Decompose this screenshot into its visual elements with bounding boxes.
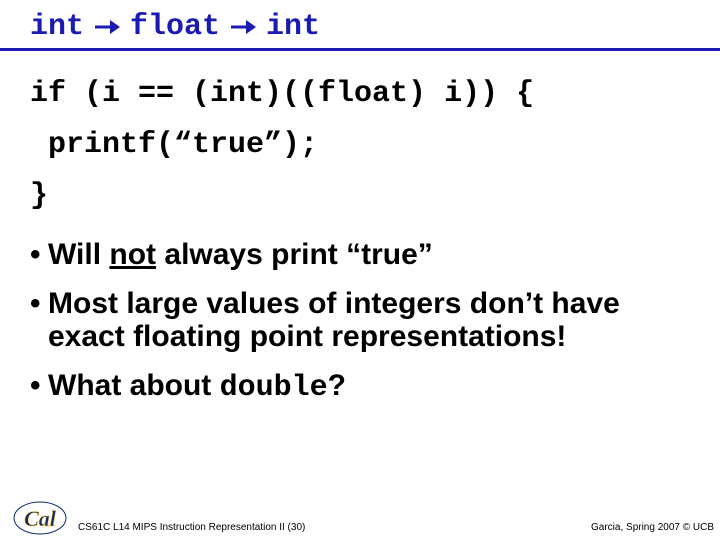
code-line: if (i == (int)((float) i)) { bbox=[30, 69, 690, 120]
text-underline: not bbox=[109, 238, 156, 271]
bullet-text: Will not always print “true” bbox=[48, 238, 690, 271]
bullet-text: Most large values of integers don’t have… bbox=[48, 287, 690, 353]
bullet-text: What about double? bbox=[48, 369, 690, 405]
text-part: What about bbox=[48, 369, 220, 402]
slide-title: int float int bbox=[0, 0, 720, 51]
footer-left-text: CS61C L14 MIPS Instruction Representatio… bbox=[78, 522, 305, 536]
text-part: always print “true” bbox=[156, 238, 433, 271]
footer-right-text: Garcia, Spring 2007 © UCB bbox=[591, 522, 714, 536]
svg-text:Cal: Cal bbox=[24, 506, 57, 531]
cal-logo-icon: Cal Cal bbox=[12, 496, 68, 536]
text-part: ? bbox=[328, 369, 346, 402]
footer-left: Cal Cal CS61C L14 MIPS Instruction Repre… bbox=[12, 496, 305, 536]
bullet-item: • What about double? bbox=[30, 369, 690, 405]
bullet-item: • Most large values of integers don’t ha… bbox=[30, 287, 690, 353]
text-part: Will bbox=[48, 238, 109, 271]
arrow-right-icon bbox=[94, 17, 120, 37]
title-part-3: int bbox=[266, 10, 320, 44]
bullet-dot-icon: • bbox=[30, 369, 48, 405]
bullet-dot-icon: • bbox=[30, 238, 48, 271]
slide-footer: Cal Cal CS61C L14 MIPS Instruction Repre… bbox=[0, 496, 720, 536]
bullet-item: • Will not always print “true” bbox=[30, 238, 690, 271]
code-line: printf(“true”); bbox=[30, 120, 690, 171]
text-mono: double bbox=[220, 371, 328, 405]
code-line: } bbox=[30, 171, 690, 222]
bullet-list: • Will not always print “true” • Most la… bbox=[0, 222, 720, 405]
slide: int float int if (i == (int)((float) i))… bbox=[0, 0, 720, 540]
title-part-2: float bbox=[130, 10, 220, 44]
code-block: if (i == (int)((float) i)) { printf(“tru… bbox=[0, 51, 720, 222]
title-part-1: int bbox=[30, 10, 84, 44]
arrow-right-icon bbox=[230, 17, 256, 37]
bullet-dot-icon: • bbox=[30, 287, 48, 353]
